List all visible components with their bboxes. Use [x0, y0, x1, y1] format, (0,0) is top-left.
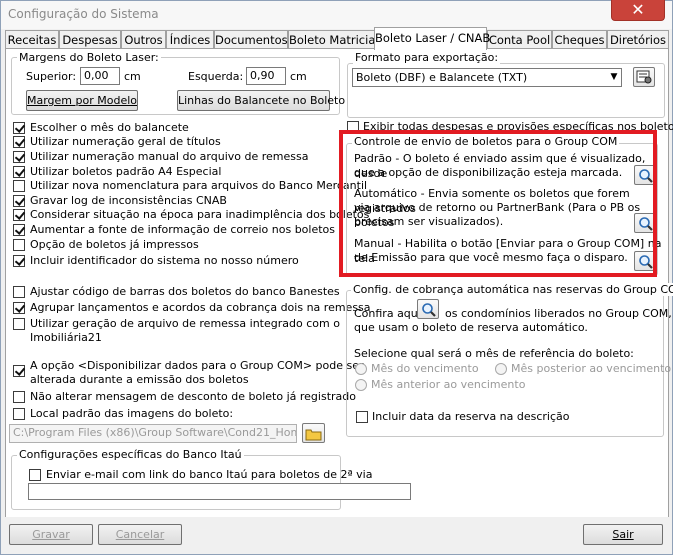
opt-numeracao-geral-checkbox[interactable]: [13, 136, 25, 148]
export-settings-button[interactable]: [633, 67, 655, 87]
opt-mercantil-label: Utilizar nova nomenclatura para arquivos…: [30, 179, 368, 192]
chevron-down-icon[interactable]: ▼: [607, 69, 621, 85]
superior-input[interactable]: 0,00: [80, 67, 120, 85]
gravar-button[interactable]: Gravar: [9, 524, 93, 545]
opt-ja-impressos-checkbox[interactable]: [13, 239, 25, 251]
opt-mercantil-checkbox[interactable]: [13, 180, 25, 192]
opt-escolher-mes-label: Escolher o mês do balancete: [30, 121, 189, 134]
radio-mes-anterior[interactable]: [355, 379, 367, 391]
search-icon: [422, 303, 436, 317]
incluir-data-label: Incluir data da reserva na descrição: [372, 410, 570, 423]
opt-escolher-mes-checkbox[interactable]: [13, 122, 25, 134]
browse-folder-button[interactable]: [302, 423, 325, 443]
tab-indices[interactable]: Índices: [166, 30, 214, 49]
esquerda-label: Esquerda:: [188, 70, 244, 83]
itau-email-checkbox[interactable]: [29, 469, 41, 481]
opt-desconto-checkbox[interactable]: [13, 391, 25, 403]
opt-banestes-checkbox[interactable]: [13, 286, 25, 298]
opt-numeracao-manual-label: Utilizar numeração manual do arquivo de …: [30, 150, 309, 163]
tab-conta-pool[interactable]: Conta Pool: [487, 30, 552, 49]
margins-legend: Margens do Boleto Laser:: [17, 51, 161, 64]
close-button[interactable]: ✕: [611, 0, 665, 21]
radio-mes-posterior-label: Mês posterior ao vencimento: [511, 362, 672, 375]
cancelar-label: Cancelar: [115, 528, 165, 541]
opt-imobiliaria-checkbox[interactable]: [13, 318, 25, 330]
form-settings-icon: [636, 70, 652, 84]
itau-legend: Configurações específicas do Banco Itaú: [17, 448, 244, 461]
opt-local-imagens-checkbox[interactable]: [13, 408, 25, 420]
tab-outros[interactable]: Outros: [121, 30, 166, 49]
confira-search-button[interactable]: [417, 299, 439, 319]
opt-identificador-label: Incluir identificador do sistema no noss…: [30, 254, 299, 267]
itau-email-input[interactable]: [28, 483, 411, 500]
opt-desconto-label: Não alterar mensagem de desconto de bole…: [30, 390, 356, 403]
superior-unit: cm: [124, 70, 141, 83]
cancelar-button[interactable]: Cancelar: [98, 524, 182, 545]
opt-agrupar-checkbox[interactable]: [13, 302, 25, 314]
tab-boleto-matricial[interactable]: Boleto Matricial: [288, 30, 379, 49]
superior-label: Superior:: [26, 70, 77, 83]
confira-pre: Confira aqui: [354, 307, 421, 320]
opt-numeracao-manual-checkbox[interactable]: [13, 151, 25, 163]
folder-icon: [305, 429, 322, 441]
opt-disponibilizar-checkbox[interactable]: [13, 365, 25, 377]
radio-mes-anterior-label: Mês anterior ao vencimento: [371, 378, 526, 391]
sair-button[interactable]: Sair: [583, 524, 663, 545]
tab-receitas[interactable]: Receitas: [5, 30, 59, 49]
opt-inadimplencia-checkbox[interactable]: [13, 209, 25, 221]
incluir-data-checkbox[interactable]: [356, 411, 368, 423]
opt-log-cnab-label: Gravar log de inconsistências CNAB: [30, 194, 227, 207]
tab-despesas[interactable]: Despesas: [59, 30, 121, 49]
sair-label: Sair: [612, 528, 634, 541]
tab-cheques[interactable]: Cheques: [552, 30, 607, 49]
opt-local-imagens-label: Local padrão das imagens do boleto:: [30, 407, 234, 420]
margem-modelo-label: Margem por Modelo: [27, 94, 138, 107]
radio-mes-posterior[interactable]: [495, 363, 507, 375]
radio-mes-vencimento-label: Mês do vencimento: [371, 362, 479, 375]
window-title: Configuração do Sistema: [8, 7, 159, 21]
linhas-balancete-button[interactable]: Linhas do Balancete no Boleto: [177, 90, 345, 111]
image-path-input[interactable]: C:\Program Files (x86)\Group Software\Co…: [9, 424, 297, 443]
opt-numeracao-geral-label: Utilizar numeração geral de títulos: [30, 135, 221, 148]
opt-agrupar-label: Agrupar lançamentos e acordos da cobranç…: [30, 301, 371, 314]
export-format-value: Boleto (DBF) e Balancete (TXT): [356, 71, 528, 84]
esquerda-input[interactable]: 0,90: [246, 67, 286, 85]
opt-fonte-correio-label: Aumentar a fonte de informação de correi…: [30, 223, 336, 236]
gravar-label: Gravar: [32, 528, 70, 541]
margem-modelo-button[interactable]: Margem por Modelo: [26, 90, 138, 111]
opt-disponibilizar-label-1: A opção <Disponibilizar dados para o Gro…: [30, 359, 364, 372]
tab-boleto-laser-cnab[interactable]: Boleto Laser / CNAB: [374, 27, 490, 50]
opt-log-cnab-checkbox[interactable]: [13, 195, 25, 207]
export-legend: Formato para exportação:: [353, 51, 501, 64]
opt-disponibilizar-label-2: alterada durante a emissão dos boletos: [30, 373, 249, 386]
opt-a4-especial-label: Utilizar boletos padrão A4 Especial: [30, 165, 222, 178]
opt-fonte-correio-checkbox[interactable]: [13, 224, 25, 236]
opt-imobiliaria-label-2: Imobiliária21: [30, 331, 102, 344]
opt-banestes-label: Ajustar código de barras dos boletos do …: [30, 285, 340, 298]
radio-mes-vencimento[interactable]: [355, 363, 367, 375]
highlight-box: [339, 130, 657, 277]
export-format-select[interactable]: Boleto (DBF) e Balancete (TXT): [352, 68, 622, 87]
itau-email-label: Enviar e-mail com link do banco Itaú par…: [46, 468, 373, 481]
opt-identificador-checkbox[interactable]: [13, 255, 25, 267]
reserva-legend: Config. de cobrança automática nas reser…: [351, 283, 673, 296]
opt-ja-impressos-label: Opção de boletos já impressos: [30, 238, 199, 251]
confira-post: os condomínios liberados no Group COM,: [445, 307, 672, 320]
tab-documentos[interactable]: Documentos: [214, 30, 288, 49]
opt-a4-especial-checkbox[interactable]: [13, 166, 25, 178]
esquerda-unit: cm: [290, 70, 307, 83]
opt-inadimplencia-label: Considerar situação na época para inadim…: [30, 208, 370, 221]
tab-strip: Receitas Despesas Outros Índices Documen…: [5, 27, 669, 50]
opt-imobiliaria-label-1: Utilizar geração de arquivo de remessa i…: [30, 317, 340, 330]
tab-diretorios[interactable]: Diretórios: [607, 30, 669, 49]
select-mes-label: Selecione qual será o mês de referência …: [354, 347, 634, 360]
confira-line-2: que usam o boleto de reserva automático.: [354, 321, 588, 334]
